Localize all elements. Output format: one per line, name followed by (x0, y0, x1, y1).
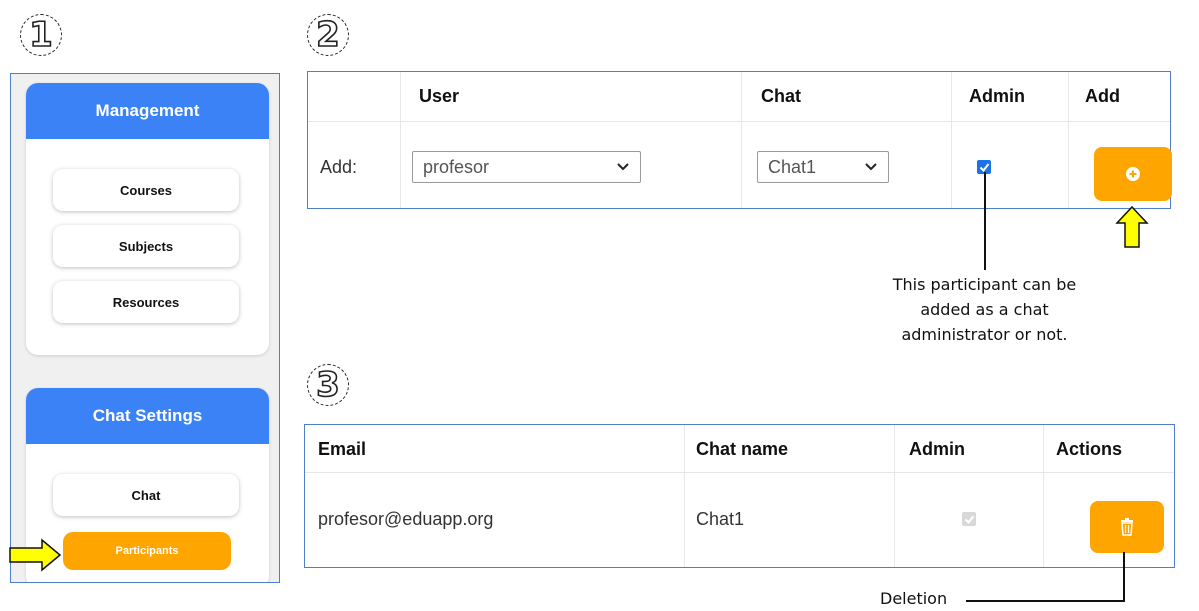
chat-select-value: Chat1 (768, 156, 817, 177)
pointer-arrow-icon (1115, 205, 1149, 248)
pointer-arrow-icon (9, 538, 62, 572)
admin-annotation: This participant can be added as a chat … (892, 275, 1077, 344)
add-row-label: Add: (320, 157, 358, 177)
chevron-down-icon (617, 163, 629, 171)
trash-icon (1121, 518, 1133, 536)
sidebar: Management Courses Subjects Resources Ch… (10, 73, 280, 583)
header-chat-name: Chat name (696, 439, 789, 459)
step-3-badge: 3 (307, 364, 349, 406)
delete-annotation-line (966, 552, 1125, 602)
header-add: Add (1085, 86, 1120, 106)
header-actions: Actions (1056, 439, 1123, 459)
add-participant-button[interactable] (1094, 147, 1172, 201)
chat-settings-title: Chat Settings (26, 388, 269, 444)
chevron-down-icon (865, 163, 877, 171)
participant-chat-name: Chat1 (696, 509, 745, 529)
participant-email: profesor@eduapp.org (318, 509, 494, 529)
header-admin: Admin (909, 439, 965, 459)
user-select[interactable]: profesor (412, 151, 641, 183)
participants-table: Email Chat name Admin Actions profesor@e… (304, 424, 1175, 568)
user-select-value: profesor (423, 156, 490, 177)
participants-button[interactable]: Participants (63, 532, 231, 570)
subjects-button[interactable]: Subjects (53, 225, 239, 267)
step-2-badge: 2 (307, 14, 349, 56)
header-email: Email (318, 439, 367, 459)
header-chat: Chat (761, 86, 801, 106)
management-title: Management (26, 83, 269, 139)
plus-circle-icon (1126, 167, 1140, 181)
participant-admin-checkbox (962, 512, 976, 526)
header-user: User (419, 86, 460, 106)
courses-button[interactable]: Courses (53, 169, 239, 211)
delete-annotation: Deletion (880, 589, 948, 608)
delete-participant-button[interactable] (1090, 501, 1164, 553)
admin-annotation-line (984, 172, 986, 270)
step-1-badge: 1 (20, 14, 62, 56)
chat-select[interactable]: Chat1 (757, 151, 889, 183)
management-card: Management Courses Subjects Resources (26, 83, 269, 355)
chat-button[interactable]: Chat (53, 474, 239, 516)
header-admin: Admin (969, 86, 1025, 106)
resources-button[interactable]: Resources (53, 281, 239, 323)
add-participant-form: User Chat Admin Add Add: profesor Chat1 (307, 71, 1172, 209)
